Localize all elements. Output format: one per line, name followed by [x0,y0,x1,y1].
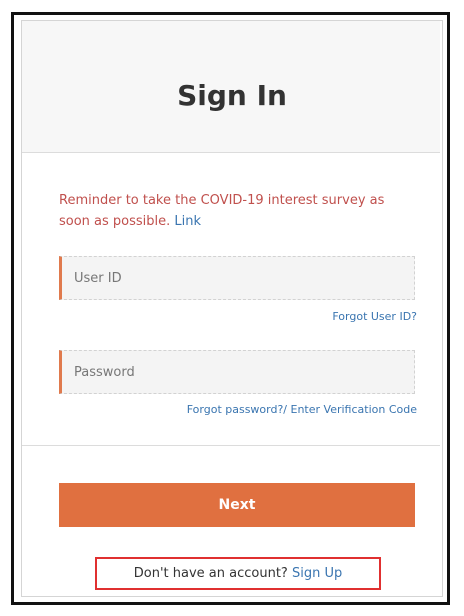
user-id-field[interactable] [59,256,415,300]
next-button[interactable]: Next [59,483,415,527]
password-field[interactable] [59,350,415,394]
survey-link[interactable]: Link [174,214,201,229]
reminder-text: Reminder to take the COVID-19 interest s… [59,193,385,229]
page-title: Sign In [177,79,287,112]
form-divider [22,445,440,446]
sign-up-prompt: Don't have an account? Sign Up [95,557,381,590]
forgot-user-id-link[interactable]: Forgot User ID? [332,310,417,323]
covid-survey-reminder: Reminder to take the COVID-19 interest s… [59,190,419,232]
no-account-text: Don't have an account? [133,566,288,581]
forgot-password-link[interactable]: Forgot password?/ Enter Verification Cod… [187,403,417,416]
sign-up-link[interactable]: Sign Up [292,566,342,581]
user-id-input[interactable] [74,257,404,299]
password-input[interactable] [74,351,404,393]
